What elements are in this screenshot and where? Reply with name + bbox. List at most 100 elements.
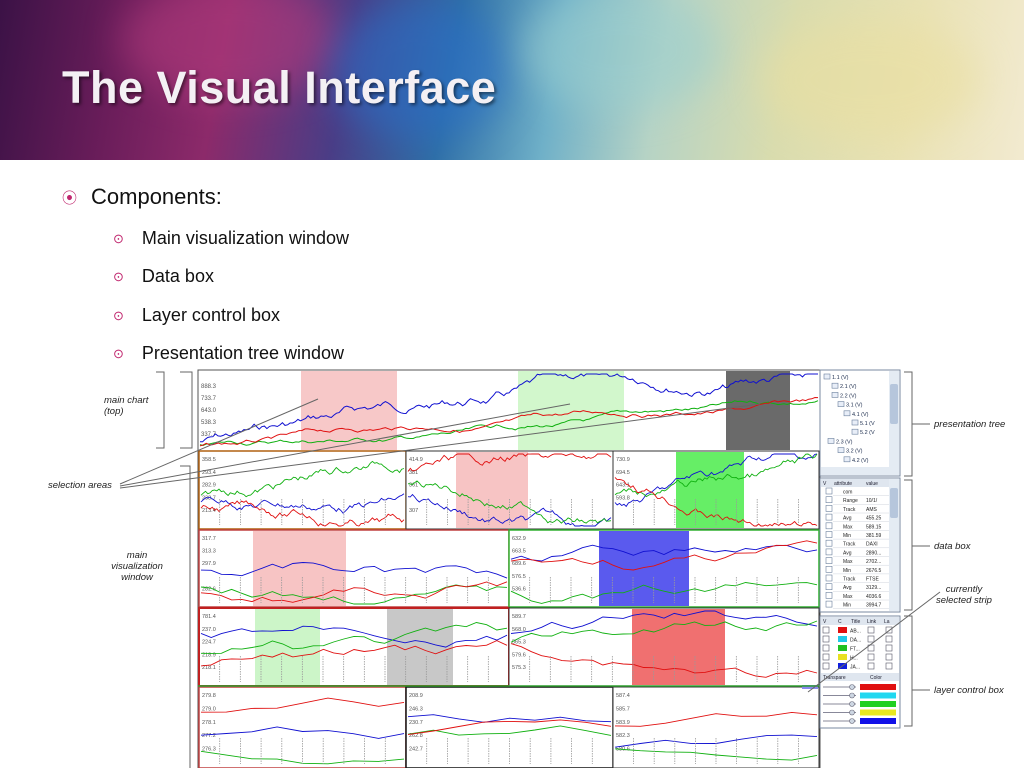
- row-checkbox[interactable]: [825, 531, 833, 538]
- callout-data-box: data box: [934, 541, 971, 552]
- row-checkbox[interactable]: [825, 592, 833, 599]
- tree-item[interactable]: 2.1 (V): [840, 384, 857, 390]
- attribute-cell: Avg: [843, 516, 852, 522]
- row-checkbox[interactable]: [825, 487, 833, 495]
- tick-label: 643.1: [616, 483, 630, 489]
- color-swatch[interactable]: [838, 627, 847, 633]
- tick-label: 279.8: [202, 693, 216, 699]
- layer-checkbox[interactable]: [885, 635, 893, 643]
- value-cell: 10/1/: [866, 498, 878, 504]
- sub-bullet-text: Data box: [141, 266, 214, 286]
- slider-thumb[interactable]: [849, 709, 855, 716]
- row-checkbox[interactable]: [825, 600, 833, 608]
- visibility-checkbox[interactable]: [822, 662, 830, 670]
- callout-selected-strip: currently selected strip: [936, 584, 992, 606]
- row-checkbox[interactable]: [825, 557, 833, 564]
- layer-color-bar[interactable]: [860, 692, 896, 699]
- attribute-cell: Max: [843, 559, 853, 565]
- data-box-scroll-thumb[interactable]: [890, 488, 898, 518]
- visibility-checkbox[interactable]: [822, 644, 830, 652]
- tick-label: 589.7: [512, 614, 526, 620]
- link-checkbox[interactable]: [867, 662, 875, 670]
- tick-label: 282.9: [202, 483, 216, 489]
- layer-color-bar[interactable]: [860, 701, 896, 707]
- color-swatch[interactable]: [838, 636, 847, 642]
- selection-area-gray[interactable]: [726, 371, 790, 450]
- tick-label: 237.0: [202, 627, 216, 633]
- tick-label: 663.5: [512, 549, 526, 555]
- sub-bullet: ⊙ Layer control box: [113, 305, 280, 326]
- link-checkbox[interactable]: [867, 626, 875, 634]
- attribute-cell: Max: [843, 594, 853, 600]
- folder-icon: [843, 456, 851, 463]
- folder-icon: [837, 447, 845, 453]
- tree-item[interactable]: 3.2 (V): [846, 449, 863, 455]
- tree-hscrollbar[interactable]: [821, 467, 889, 475]
- row-checkbox[interactable]: [825, 566, 833, 573]
- attribute-cell: Max: [843, 524, 853, 530]
- row-checkbox[interactable]: [825, 583, 833, 590]
- strip-row-3: [198, 529, 820, 608]
- strip[interactable]: [198, 529, 510, 608]
- tick-label: 888.3: [201, 384, 217, 390]
- tree-item[interactable]: 2.3 (V): [836, 439, 853, 445]
- layer-color-bar[interactable]: [860, 718, 896, 724]
- link-checkbox[interactable]: [867, 635, 875, 643]
- tick-label: 317.7: [202, 536, 216, 542]
- attribute-cell: Track: [843, 542, 856, 548]
- tree-item[interactable]: 1.1 (V): [832, 375, 849, 381]
- color-swatch[interactable]: [838, 654, 847, 660]
- tick-label: 730.9: [616, 457, 630, 463]
- column-header: attribute: [834, 481, 852, 487]
- row-checkbox[interactable]: [825, 539, 833, 547]
- callout-selection-areas: selection areas: [48, 480, 112, 491]
- tick-label: 246.3: [409, 706, 423, 712]
- tree-item[interactable]: 5.1 (V: [860, 421, 875, 427]
- color-swatch[interactable]: [838, 645, 847, 651]
- tree-item[interactable]: 3.1 (V): [846, 403, 863, 409]
- row-checkbox[interactable]: [825, 574, 833, 582]
- sub-bullet-text: Layer control box: [141, 305, 280, 325]
- title-banner: The Visual Interface: [0, 0, 1024, 160]
- callout-presentation-tree: presentation tree: [934, 419, 1006, 430]
- bullet-circle-icon: ⊙: [113, 230, 124, 246]
- row-checkbox[interactable]: [825, 505, 833, 512]
- tree-item[interactable]: 4.2 (V): [852, 458, 869, 464]
- column-header: Color: [870, 675, 882, 681]
- layer-checkbox[interactable]: [885, 644, 893, 652]
- slider-thumb[interactable]: [849, 684, 855, 690]
- tick-label: 585.7: [616, 706, 630, 712]
- row-checkbox[interactable]: [825, 513, 833, 521]
- row-checkbox[interactable]: [825, 496, 833, 503]
- layer-color-bar[interactable]: [860, 709, 896, 716]
- layer-checkbox[interactable]: [885, 653, 893, 661]
- tick-label: 689.6: [512, 561, 526, 567]
- slider-thumb[interactable]: [849, 701, 855, 707]
- value-cell: 3994.7: [866, 603, 882, 609]
- visibility-checkbox[interactable]: [822, 653, 830, 661]
- callout-main-chart: main chart (top): [104, 395, 149, 417]
- tree-item[interactable]: 5.2 (V: [860, 430, 875, 436]
- strip[interactable]: [198, 607, 510, 687]
- callout-main-window: main visualization window: [111, 550, 163, 583]
- attribute-cell: Min: [843, 533, 851, 539]
- tree-scroll-thumb[interactable]: [890, 384, 898, 424]
- layer-checkbox[interactable]: [885, 662, 893, 670]
- tree-item[interactable]: 2.2 (V): [840, 393, 857, 399]
- link-checkbox[interactable]: [867, 653, 875, 661]
- row-checkbox[interactable]: [825, 548, 833, 556]
- visibility-checkbox[interactable]: [822, 635, 830, 643]
- value-cell: 455.25: [866, 516, 882, 522]
- tick-label: 694.5: [616, 470, 630, 476]
- tick-label: 313.3: [202, 549, 216, 555]
- tick-label: 781.4: [202, 614, 216, 620]
- row-checkbox[interactable]: [825, 522, 833, 530]
- tick-label: 230.7: [409, 720, 423, 726]
- column-header: Title: [851, 619, 860, 625]
- folder-icon: [831, 382, 839, 389]
- visibility-checkbox[interactable]: [822, 626, 830, 634]
- tree-item[interactable]: 4.1 (V): [852, 412, 869, 418]
- slider-thumb[interactable]: [849, 692, 855, 699]
- slider-thumb[interactable]: [849, 718, 855, 724]
- layer-color-bar[interactable]: [860, 684, 896, 690]
